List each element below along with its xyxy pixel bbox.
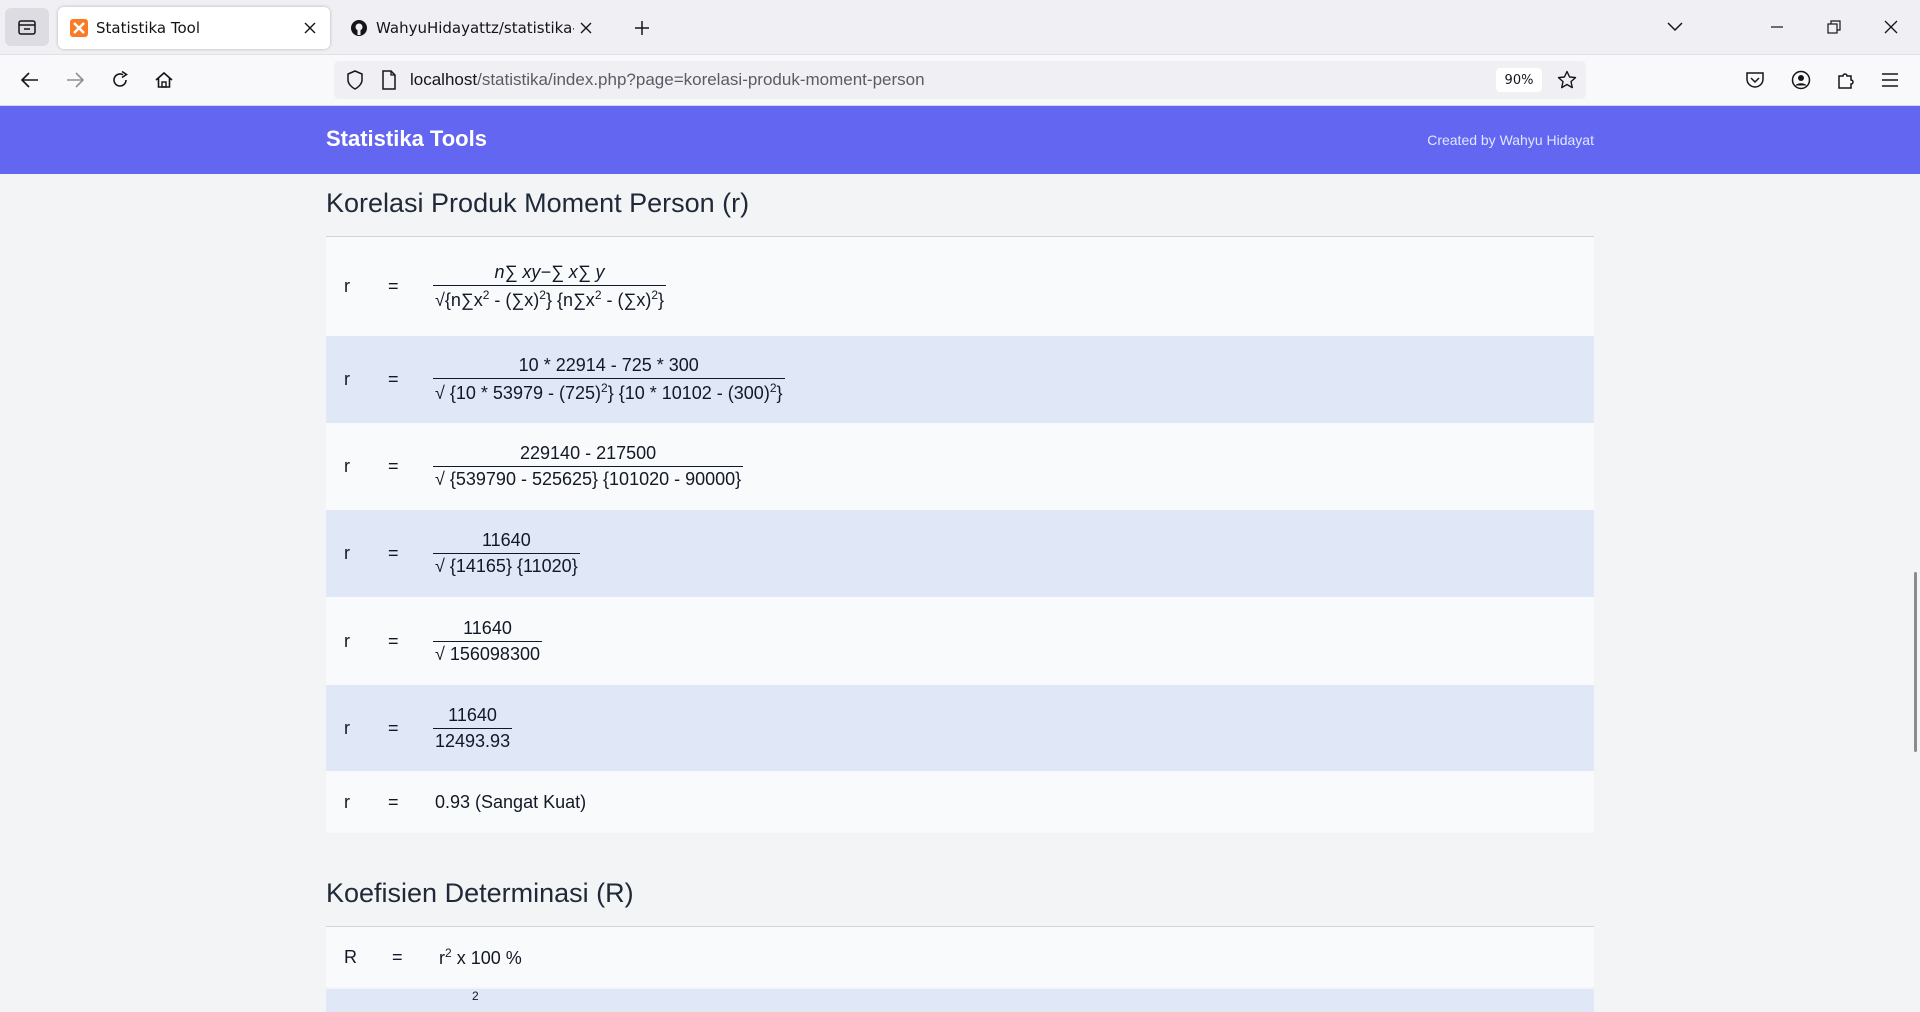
formula-row: r = 229140 - 217500 √ {539790 - 525625} … [326,423,1594,510]
korelasi-section-title: Korelasi Produk Moment Person (r) [326,188,750,218]
pocket-icon [1746,72,1764,88]
numerator: 229140 - 217500 [433,443,744,467]
determination-formula: r2 x 100 % [439,945,522,968]
pocket-button[interactable] [1739,64,1771,96]
author-credit: Created by Wahyu Hidayat [1427,132,1594,148]
url-path: /statistika/index.php?page=korelasi-prod… [477,70,925,89]
correlation-result: 0.93 (Sangat Kuat) [435,791,587,812]
chevron-down-icon [1667,22,1683,32]
formula-row: r = 10 * 22914 - 725 * 300 √ {10 * 53979… [326,336,1594,423]
equals-sign: = [388,791,399,812]
equals-sign: = [388,543,399,563]
zoom-level[interactable]: 90% [1496,68,1542,92]
menu-button[interactable] [1874,64,1906,96]
scrollbar-thumb[interactable] [1914,572,1917,752]
determinasi-section-title: Koefisien Determinasi (R) [326,878,634,908]
close-tab-icon[interactable] [298,16,322,40]
tab-title: Statistika Tool [96,19,201,37]
equals-sign: = [388,369,399,389]
hamburger-menu-icon [1882,73,1898,87]
page-viewport: Statistika Tools Created by Wahyu Hidaya… [0,106,1920,1012]
formula-row: R = r2 x 100 % [326,927,1594,987]
formula-row: r = 11640 √ 156098300 [326,597,1594,685]
minimize-icon [1771,26,1783,28]
extensions-button[interactable] [1830,64,1862,96]
reload-icon [113,70,128,87]
page-icon[interactable] [376,67,402,93]
github-icon [350,19,368,37]
numerator: 11640 [433,705,513,729]
restore-button[interactable] [1819,12,1849,42]
formula-row: r = 11640 12493.93 [326,685,1594,771]
arrow-right-icon [67,72,85,88]
numerator: 10 * 22914 - 725 * 300 [433,355,785,379]
arrow-left-icon [20,72,38,88]
equals-sign: = [388,630,399,651]
list-all-tabs-button[interactable] [1660,12,1690,42]
result-row: r = 0.93 (Sangat Kuat) [326,771,1594,833]
account-button[interactable] [1785,64,1817,96]
formula-row: r = 11640 √ {14165} {11020} [326,510,1594,597]
home-icon [155,71,173,88]
equals-sign: = [392,946,403,967]
general-formula: n∑ xy−∑ x∑ y √{n∑x2 - (∑x)2} {n∑x2 - (∑x… [433,262,667,310]
home-button[interactable] [148,64,180,96]
tab-statistika-tool[interactable]: Statistika Tool [58,7,330,49]
close-tab-icon[interactable] [574,16,598,40]
address-bar[interactable]: localhost/statistika/index.php?page=kore… [334,61,1586,99]
shield-icon[interactable] [342,67,368,93]
brand-title[interactable]: Statistika Tools [326,126,487,152]
tab-bar: Statistika Tool WahyuHidayattz/statistik… [0,0,1920,55]
numerator: 11640 [433,618,542,642]
formula-row: r = n∑ xy−∑ x∑ y √{n∑x2 - (∑x)2} {n∑x2 -… [326,237,1594,336]
url-host: localhost [410,70,478,89]
forward-button[interactable] [59,64,91,96]
denominator: √ {539790 - 525625} {101020 - 90000} [435,469,742,489]
lhs-symbol: r [344,630,350,651]
minimize-button[interactable] [1762,12,1792,42]
account-icon [1791,70,1811,90]
navigation-toolbar: localhost/statistika/index.php?page=kore… [0,55,1920,106]
numerator: 11640 [433,530,580,554]
plus-icon [635,21,649,35]
xampp-favicon-icon [70,19,88,37]
restore-icon [1827,20,1841,34]
superscript-fragment: 2 [472,989,479,1003]
lhs-symbol: r [344,717,350,738]
close-window-button[interactable] [1876,12,1906,42]
close-icon [1884,20,1898,34]
new-tab-button[interactable] [628,14,656,42]
tab-list-button[interactable] [5,8,49,46]
denominator: √ {10 * 53979 - (725)2} {10 * 10102 - (3… [435,381,783,403]
lhs-symbol: r [344,276,350,296]
denominator: 12493.93 [435,730,511,751]
equals-sign: = [388,276,399,296]
bookmark-star-icon[interactable] [1552,65,1582,95]
equals-sign: = [388,456,399,476]
tab-list-icon [18,20,36,35]
equals-sign: = [388,717,399,738]
tab-github[interactable]: WahyuHidayattz/statistika-tools [338,7,606,49]
substituted-formula: 10 * 22914 - 725 * 300 √ {10 * 53979 - (… [433,355,785,404]
lhs-symbol: r [344,791,350,812]
formula-row: 2 [326,989,1594,1012]
denominator: √ 156098300 [435,643,540,664]
tab-title: WahyuHidayattz/statistika-tools [376,19,574,37]
puzzle-icon [1838,73,1854,89]
denominator: √ {14165} {11020} [435,556,578,576]
lhs-symbol: r [344,456,350,476]
app-header: Statistika Tools Created by Wahyu Hidaya… [0,106,1920,174]
reload-button[interactable] [104,64,136,96]
back-button[interactable] [14,64,46,96]
url-text[interactable]: localhost/statistika/index.php?page=kore… [410,70,925,90]
lhs-symbol: r [344,543,350,563]
lhs-symbol: R [344,946,357,967]
lhs-symbol: r [344,369,350,389]
